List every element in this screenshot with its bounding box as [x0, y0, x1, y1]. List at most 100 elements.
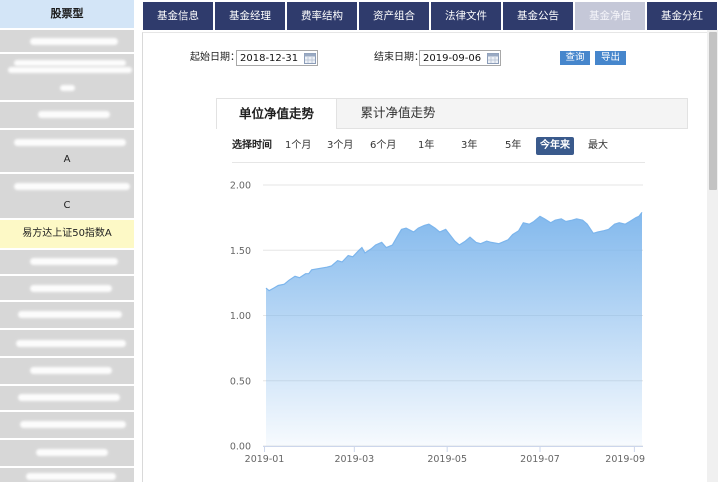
- data-point[interactable]: [276, 284, 280, 288]
- data-point[interactable]: [267, 289, 271, 293]
- fund-list-item[interactable]: [0, 358, 134, 384]
- data-point[interactable]: [575, 217, 579, 221]
- data-point[interactable]: [390, 243, 394, 247]
- fund-list-item-selected[interactable]: 易方达上证50指数A: [0, 220, 134, 248]
- range-5-years[interactable]: 5年: [505, 139, 521, 153]
- data-point[interactable]: [640, 210, 644, 214]
- data-point[interactable]: [287, 278, 291, 282]
- data-point[interactable]: [325, 265, 329, 269]
- tab-fund-dividends[interactable]: 基金分红: [647, 2, 717, 30]
- data-point[interactable]: [422, 224, 426, 228]
- data-point[interactable]: [497, 242, 501, 246]
- data-point[interactable]: [549, 221, 553, 225]
- data-point[interactable]: [374, 243, 378, 247]
- tab-fund-manager[interactable]: 基金经理: [215, 2, 285, 30]
- query-button[interactable]: 查询: [560, 51, 590, 65]
- data-point[interactable]: [433, 226, 437, 230]
- data-point[interactable]: [369, 247, 373, 251]
- data-point[interactable]: [272, 286, 276, 290]
- data-point[interactable]: [336, 259, 340, 263]
- data-point[interactable]: [380, 240, 384, 244]
- tab-fund-nav[interactable]: 基金净值: [575, 2, 645, 30]
- data-point[interactable]: [591, 231, 595, 235]
- range-1-year[interactable]: 1年: [418, 139, 434, 153]
- data-point[interactable]: [346, 254, 350, 258]
- data-point[interactable]: [570, 218, 574, 222]
- data-point[interactable]: [511, 233, 515, 237]
- data-point[interactable]: [400, 227, 404, 231]
- fund-list-item[interactable]: [0, 276, 134, 300]
- data-point[interactable]: [307, 272, 311, 276]
- data-point[interactable]: [485, 239, 489, 243]
- data-point[interactable]: [596, 230, 600, 234]
- data-point[interactable]: [543, 217, 547, 221]
- range-1-month[interactable]: 1个月: [285, 139, 311, 153]
- data-point[interactable]: [607, 227, 611, 231]
- data-point[interactable]: [282, 282, 286, 286]
- data-point[interactable]: [559, 217, 563, 221]
- data-point[interactable]: [444, 227, 448, 231]
- tab-fund-info[interactable]: 基金信息: [143, 2, 213, 30]
- range-3-years[interactable]: 3年: [461, 139, 477, 153]
- export-button[interactable]: 导出: [595, 51, 626, 65]
- calendar-icon[interactable]: [487, 52, 499, 64]
- calendar-icon[interactable]: [304, 52, 316, 64]
- data-point[interactable]: [357, 248, 361, 252]
- fund-list-item[interactable]: [0, 386, 134, 410]
- data-point[interactable]: [457, 243, 461, 247]
- data-point[interactable]: [298, 276, 302, 280]
- data-point[interactable]: [293, 274, 297, 278]
- data-point[interactable]: [623, 222, 627, 226]
- data-point[interactable]: [395, 235, 399, 239]
- data-point[interactable]: [581, 218, 585, 222]
- fund-list-item[interactable]: [0, 102, 134, 128]
- fund-list-item[interactable]: [0, 330, 134, 356]
- fund-list-item[interactable]: [0, 468, 134, 482]
- data-point[interactable]: [617, 221, 621, 225]
- data-point[interactable]: [585, 222, 589, 226]
- data-point[interactable]: [438, 230, 442, 234]
- fund-list-item[interactable]: [0, 440, 134, 466]
- data-point[interactable]: [384, 246, 388, 250]
- data-point[interactable]: [506, 238, 510, 242]
- data-point[interactable]: [532, 220, 536, 224]
- data-point[interactable]: [264, 286, 268, 290]
- tab-legal-documents[interactable]: 法律文件: [431, 2, 501, 30]
- sidebar-header[interactable]: 股票型: [0, 0, 134, 28]
- data-point[interactable]: [310, 268, 314, 272]
- fund-list-item[interactable]: A: [0, 130, 134, 172]
- data-point[interactable]: [553, 218, 557, 222]
- data-point[interactable]: [427, 222, 431, 226]
- tab-unit-nav-trend[interactable]: 单位净值走势: [216, 98, 337, 129]
- data-point[interactable]: [489, 240, 493, 244]
- fund-list-item[interactable]: [0, 30, 134, 52]
- data-point[interactable]: [340, 260, 344, 264]
- range-6-months[interactable]: 6个月: [370, 139, 396, 153]
- data-point[interactable]: [602, 229, 606, 233]
- tab-fund-announcements[interactable]: 基金公告: [503, 2, 573, 30]
- data-point[interactable]: [613, 222, 617, 226]
- fund-list-item[interactable]: C: [0, 174, 134, 218]
- data-point[interactable]: [463, 239, 467, 243]
- unit-nav-area-chart[interactable]: 0.00 0.50 1.00 1.50 2.00 2019-01 2019-03 2019-0…: [216, 164, 688, 482]
- tab-asset-allocation[interactable]: 资产组合: [359, 2, 429, 30]
- data-point[interactable]: [527, 222, 531, 226]
- range-max[interactable]: 最大: [588, 139, 608, 153]
- data-point[interactable]: [330, 264, 334, 268]
- data-point[interactable]: [453, 239, 457, 243]
- data-point[interactable]: [468, 235, 472, 239]
- fund-list-item[interactable]: [0, 412, 134, 438]
- data-point[interactable]: [474, 240, 478, 244]
- data-point[interactable]: [628, 220, 632, 224]
- range-year-to-date[interactable]: 今年来: [536, 137, 574, 155]
- scrollbar-thumb[interactable]: [709, 32, 717, 190]
- data-point[interactable]: [351, 255, 355, 259]
- data-point[interactable]: [416, 226, 420, 230]
- data-point[interactable]: [521, 221, 525, 225]
- fund-list-item[interactable]: [0, 250, 134, 274]
- tab-cumulative-nav-trend[interactable]: 累计净值走势: [337, 98, 459, 129]
- fund-list-item[interactable]: [0, 54, 134, 100]
- range-3-months[interactable]: 3个月: [327, 139, 353, 153]
- tab-fee-structure[interactable]: 费率结构: [287, 2, 357, 30]
- data-point[interactable]: [404, 226, 408, 230]
